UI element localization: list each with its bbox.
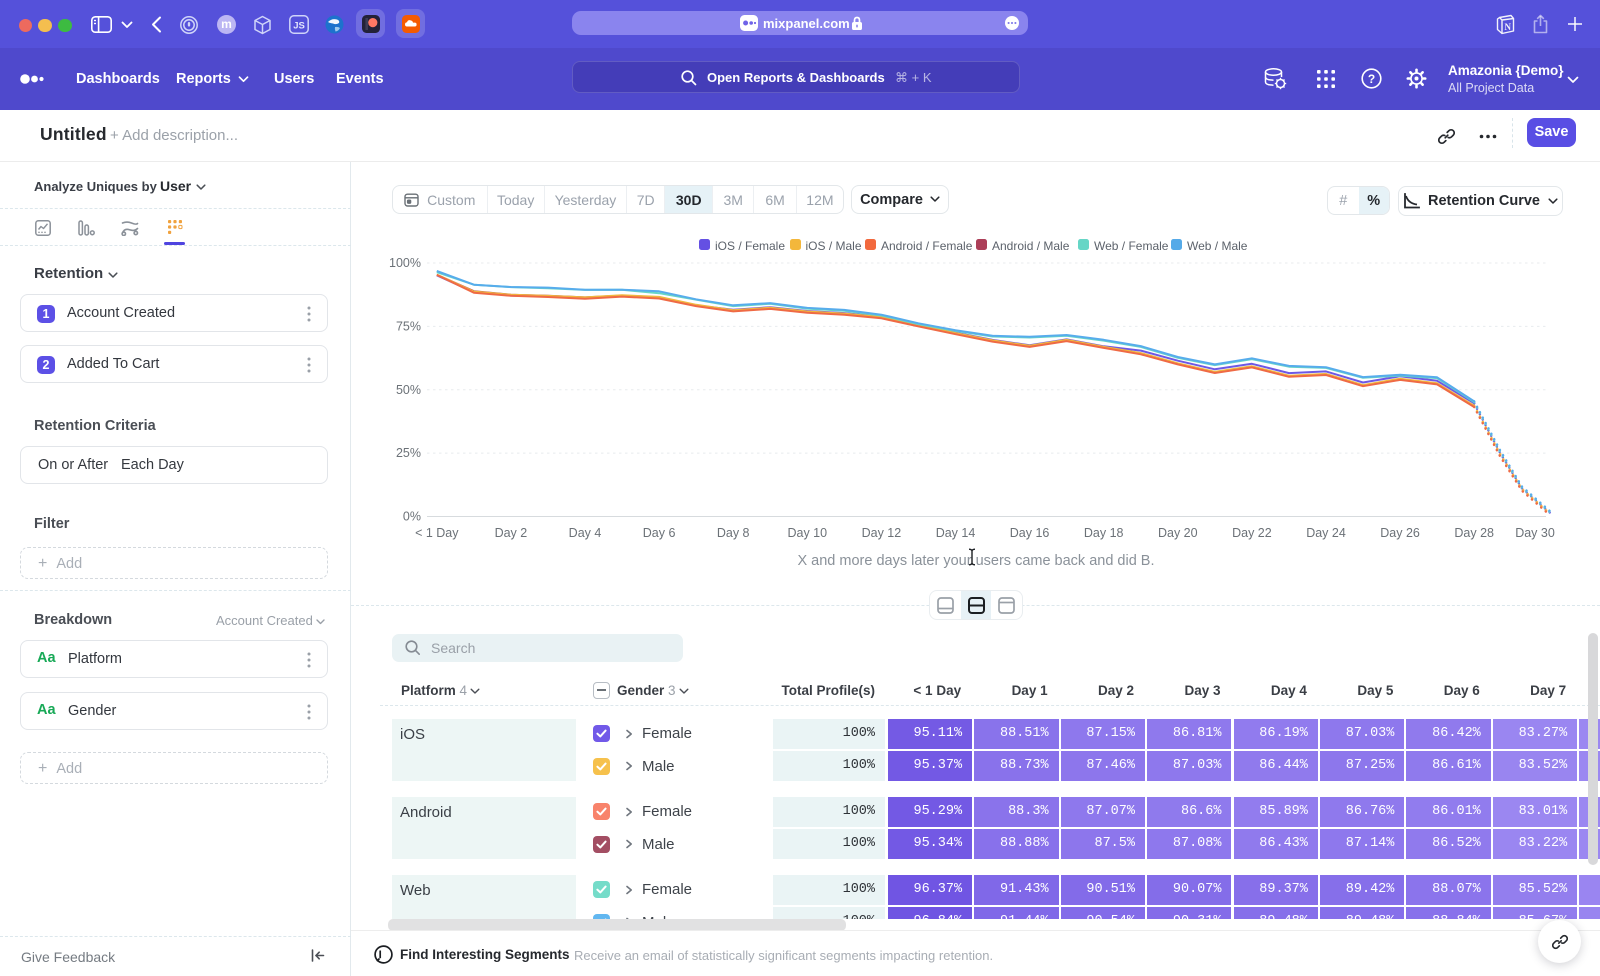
svg-text:25%: 25%: [396, 446, 421, 460]
svg-text:Day 12: Day 12: [862, 526, 902, 540]
svg-text:N: N: [1505, 22, 1512, 32]
svg-text:Day 2: Day 2: [495, 526, 528, 540]
svg-text:?: ?: [1368, 72, 1375, 86]
svg-text:Day 14: Day 14: [936, 526, 976, 540]
svg-text:100%: 100%: [389, 256, 421, 270]
svg-text:Day 8: Day 8: [717, 526, 750, 540]
svg-text:Day 10: Day 10: [787, 526, 827, 540]
svg-text:Day 18: Day 18: [1084, 526, 1124, 540]
svg-text:75%: 75%: [396, 319, 421, 333]
svg-text:Day 26: Day 26: [1380, 526, 1420, 540]
svg-text:JS: JS: [293, 21, 305, 32]
svg-text:Day 20: Day 20: [1158, 526, 1198, 540]
svg-text:< 1 Day: < 1 Day: [415, 526, 459, 540]
svg-text:Day 28: Day 28: [1454, 526, 1494, 540]
svg-text:0%: 0%: [403, 510, 421, 524]
svg-text:Day 30: Day 30: [1515, 526, 1555, 540]
svg-text:Day 4: Day 4: [569, 526, 602, 540]
svg-text:Day 6: Day 6: [643, 526, 676, 540]
svg-text:Day 24: Day 24: [1306, 526, 1346, 540]
svg-text:Day 22: Day 22: [1232, 526, 1272, 540]
svg-text:50%: 50%: [396, 383, 421, 397]
svg-text:Day 16: Day 16: [1010, 526, 1050, 540]
